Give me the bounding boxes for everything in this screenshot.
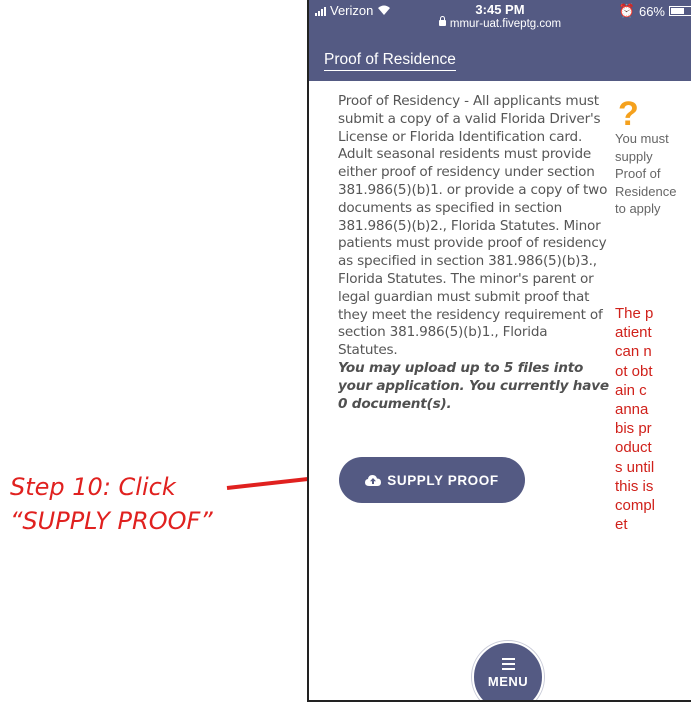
upload-note: You may upload up to 5 files into your a… — [338, 359, 609, 412]
question-mark-icon: ? — [618, 95, 639, 133]
instruction-line-2: “SUPPLY PROOF” — [10, 507, 213, 535]
battery-icon — [669, 6, 691, 16]
residency-description: Proof of Residency - All applicants must… — [338, 93, 610, 413]
alarm-icon: ⏰ — [618, 3, 635, 18]
instruction-line-1: Step 10: Click — [10, 473, 176, 501]
page-title[interactable]: Proof of Residence — [324, 51, 456, 71]
status-right: ⏰ 66% — [619, 3, 691, 19]
menu-button[interactable]: MENU — [472, 641, 544, 700]
supply-proof-label: SUPPLY PROOF — [387, 472, 499, 488]
address-bar[interactable]: mmur-uat.fiveptg.com — [309, 16, 691, 30]
lock-icon — [438, 16, 446, 26]
instruction-annotation: Step 10: Click “SUPPLY PROOF” — [10, 470, 250, 538]
phone-screen: Verizon 3:45 PM mmur-uat.fiveptg.com ⏰ 6… — [307, 0, 691, 702]
description-text: Proof of Residency - All applicants must… — [338, 93, 608, 359]
warning-message: The patient can not obtain cannabis prod… — [615, 305, 656, 534]
help-panel: ? You must supply Proof of Residence to … — [615, 95, 691, 218]
hamburger-icon — [474, 658, 542, 670]
url-text: mmur-uat.fiveptg.com — [449, 18, 562, 30]
help-message: You must supply Proof of Residence to ap… — [615, 131, 677, 216]
battery-percent: 66% — [638, 3, 665, 19]
supply-proof-button[interactable]: SUPPLY PROOF — [339, 457, 525, 503]
cloud-upload-icon — [365, 475, 382, 486]
menu-label: MENU — [487, 674, 529, 689]
status-bar: Verizon 3:45 PM mmur-uat.fiveptg.com ⏰ 6… — [309, 0, 691, 36]
page-header: Proof of Residence — [309, 36, 691, 81]
